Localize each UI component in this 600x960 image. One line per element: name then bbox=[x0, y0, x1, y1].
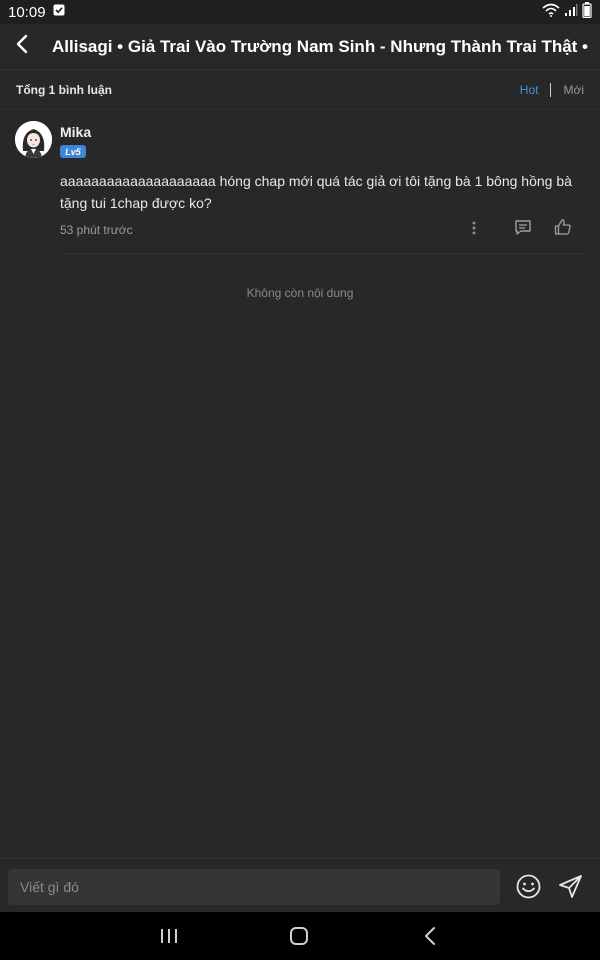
comment-item: Mika Lv5 aaaaaaaaaaaaaaaaaaaa hóng chap … bbox=[0, 110, 600, 254]
signal-icon bbox=[564, 3, 578, 22]
status-time: 10:09 bbox=[8, 3, 46, 21]
battery-icon bbox=[582, 1, 592, 23]
recents-icon bbox=[158, 929, 180, 950]
reply-button[interactable] bbox=[512, 219, 534, 241]
send-icon bbox=[557, 875, 584, 904]
emoji-icon bbox=[515, 874, 542, 904]
level-badge: Lv5 bbox=[60, 145, 86, 158]
sort-hot-tab[interactable]: Hot bbox=[520, 83, 539, 97]
like-icon bbox=[554, 218, 572, 241]
page-title: Allisagi • Giả Trai Vào Trường Nam Sinh … bbox=[52, 36, 589, 56]
app-header: Allisagi • Giả Trai Vào Trường Nam Sinh … bbox=[0, 24, 600, 70]
comment-input-bar bbox=[0, 858, 600, 912]
comment-text: aaaaaaaaaaaaaaaaaaaa hóng chap mới quá t… bbox=[60, 173, 572, 211]
system-nav-bar bbox=[0, 912, 600, 960]
chevron-left-icon bbox=[15, 34, 29, 59]
comment-divider bbox=[60, 253, 584, 254]
more-button[interactable] bbox=[466, 220, 482, 240]
wifi-icon bbox=[542, 3, 560, 22]
comment-input[interactable] bbox=[8, 869, 500, 905]
end-of-list-text: Không còn nội dung bbox=[246, 286, 354, 300]
home-button[interactable] bbox=[288, 926, 310, 946]
home-icon bbox=[288, 927, 310, 950]
back-icon bbox=[421, 927, 441, 950]
reply-icon bbox=[514, 219, 532, 241]
status-bar: 10:09 bbox=[0, 0, 600, 24]
sort-divider bbox=[550, 82, 552, 97]
avatar[interactable] bbox=[15, 121, 52, 158]
system-back-button[interactable] bbox=[421, 926, 441, 946]
recents-button[interactable] bbox=[158, 926, 180, 946]
more-icon bbox=[472, 221, 476, 240]
sort-switch: Hot Mới bbox=[520, 82, 584, 97]
back-button[interactable] bbox=[0, 24, 44, 70]
send-button[interactable] bbox=[557, 873, 584, 900]
sort-new-tab[interactable]: Mới bbox=[563, 83, 584, 97]
emoji-button[interactable] bbox=[515, 873, 542, 900]
comment-count: Tổng 1 bình luận bbox=[16, 82, 112, 97]
like-button[interactable] bbox=[552, 218, 574, 240]
comment-username[interactable]: Mika bbox=[60, 124, 91, 140]
comment-timestamp: 53 phút trước bbox=[60, 223, 133, 237]
notification-check-icon bbox=[53, 3, 65, 21]
comments-toolbar: Tổng 1 bình luận Hot Mới bbox=[0, 70, 600, 110]
